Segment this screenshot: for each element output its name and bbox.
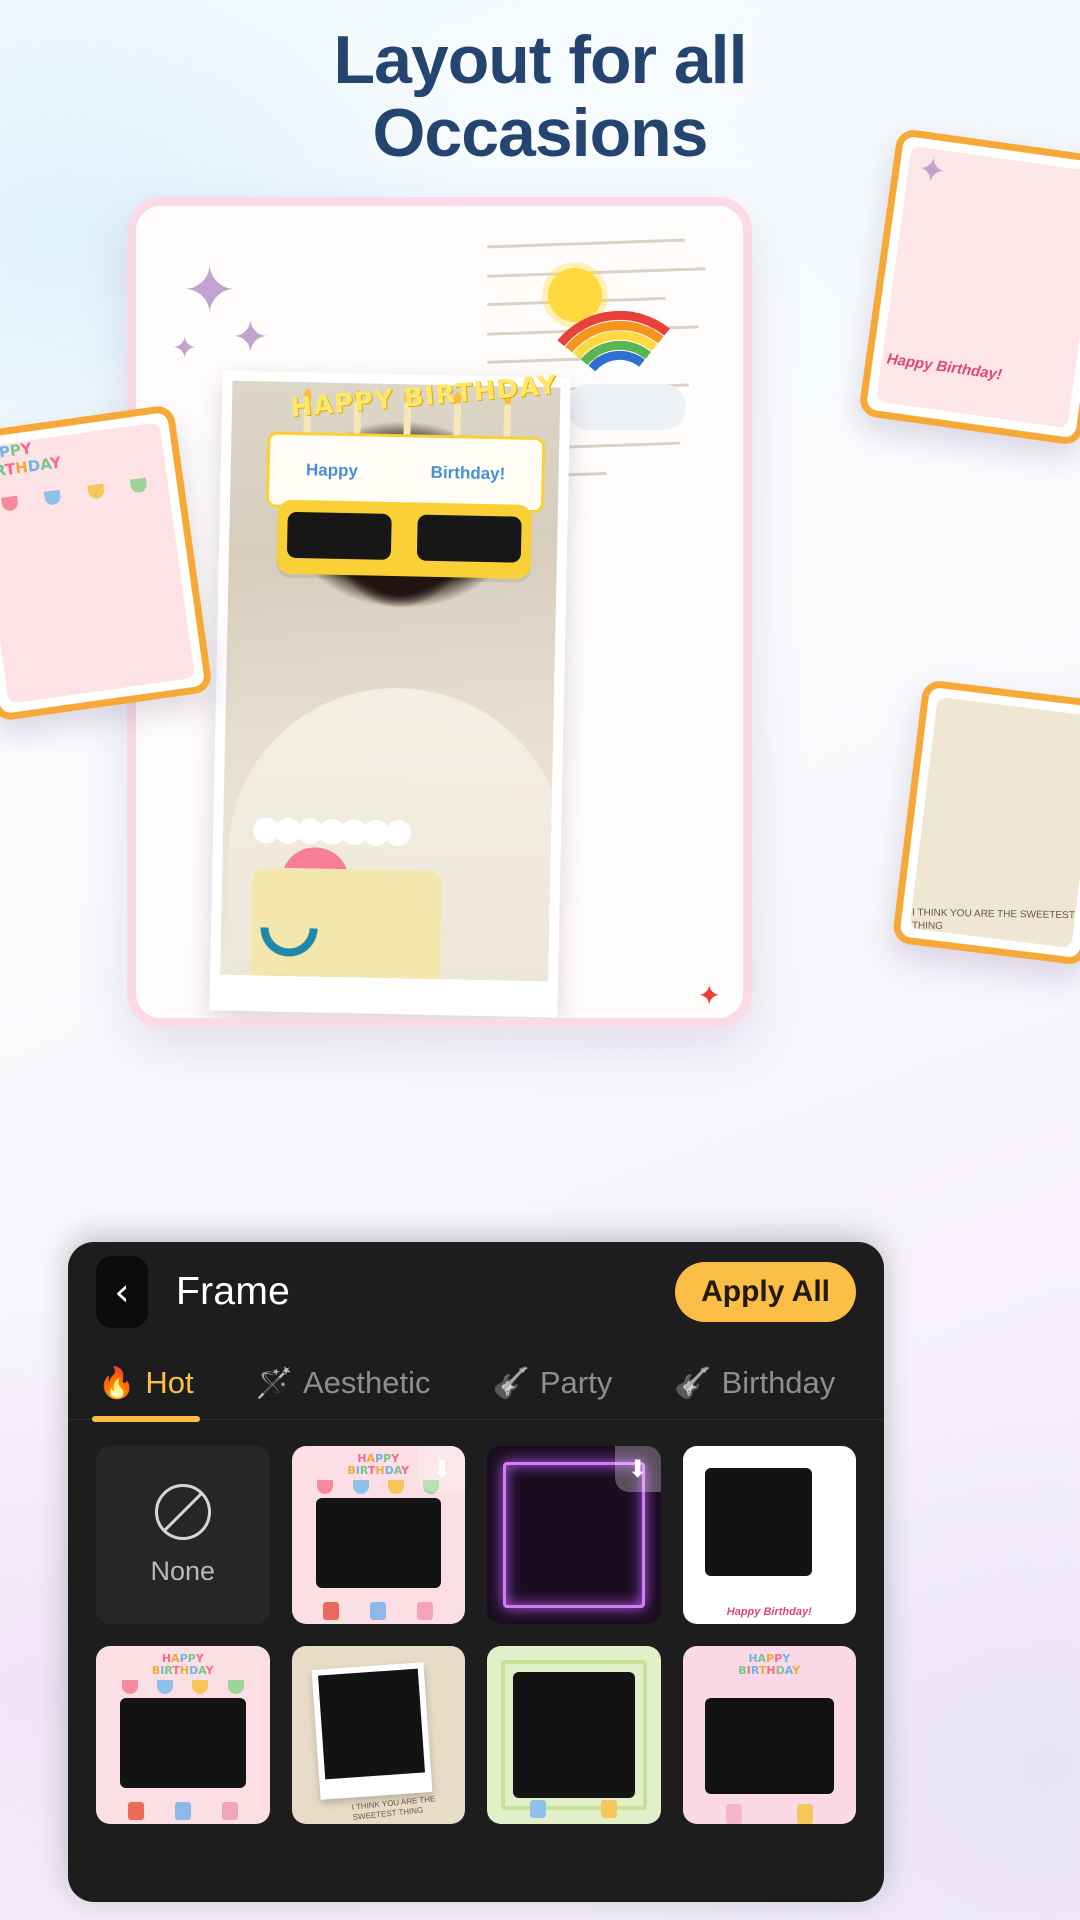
sheet-header: ‹ Frame Apply All: [68, 1242, 884, 1342]
tab-party-label: Party: [539, 1365, 613, 1400]
bunting-decoration: [112, 1680, 254, 1694]
photo-image: Happy Birthday!: [220, 380, 561, 982]
frame-photo-slot: [704, 1698, 834, 1794]
frame-option-birthday-stickers-pink-2[interactable]: HAPPY BIRTHDAY: [96, 1646, 270, 1824]
frame-option-vintage-polaroid-rose[interactable]: I THINK YOU ARE THE SWEETEST THING: [291, 1646, 465, 1824]
sparkle-icon: ✦: [182, 252, 238, 329]
frame-photo-slot: [704, 1468, 812, 1576]
glasses-label-right: Birthday!: [430, 462, 506, 484]
frame-picker-sheet: ‹ Frame Apply All 🔥 Hot 🪄 Aesthetic 🎸 Pa…: [68, 1242, 884, 1902]
cake-decoration: [699, 1804, 841, 1824]
card-caption: I THINK YOU ARE THE SWEETEST THING: [911, 907, 1075, 932]
tab-hot-label: Hot: [145, 1365, 194, 1400]
tab-birthday-label: Birthday: [721, 1365, 836, 1400]
frame-option-none-label: None: [150, 1555, 216, 1586]
chevron-left-icon[interactable]: ‹: [96, 1256, 148, 1328]
frame-option-neon-glow-purple[interactable]: ⬇: [487, 1446, 661, 1624]
floating-frame-card-top-right-inner: [875, 145, 1080, 429]
gift-decoration: [503, 1800, 645, 1818]
photo-card[interactable]: Happy Birthday!: [209, 370, 571, 1018]
floating-frame-card-top-right[interactable]: ✦ Happy Birthday!: [857, 127, 1080, 447]
gift-decoration: [308, 1602, 450, 1620]
frame-option-rainbow-tulip-white[interactable]: Happy Birthday!: [682, 1446, 856, 1624]
star-doodle-icon: ✦: [697, 980, 721, 1011]
device-power-button: [743, 618, 752, 654]
guitar-icon: 🎸: [492, 1365, 530, 1401]
frame-grid: None HAPPY BIRTHDAY ⬇ ⬇ Happy Birthday! …: [68, 1420, 884, 1850]
frame-option-birthday-stickers-pink[interactable]: HAPPY BIRTHDAY ⬇: [291, 1446, 465, 1624]
magic-wand-icon: 🪄: [255, 1365, 293, 1401]
canvas-background: ✦ ✦ ✦ Happy Birthday! HAPPY BIRTHDAY ✦: [136, 206, 743, 1018]
tab-aesthetic[interactable]: 🪄 Aesthetic: [248, 1365, 439, 1419]
sparkle-icon: ✦: [232, 312, 269, 363]
sheet-title: Frame: [176, 1270, 291, 1313]
sunglasses: [276, 499, 532, 579]
frame-photo-slot: [315, 1498, 441, 1588]
birthday-cake-photo: [249, 817, 444, 982]
tablet-mockup: ✦ ✦ ✦ Happy Birthday! HAPPY BIRTHDAY ✦: [127, 197, 752, 1027]
category-tabs: 🔥 Hot 🪄 Aesthetic 🎸 Party 🎸 Birthday: [68, 1342, 884, 1422]
tab-hot[interactable]: 🔥 Hot: [90, 1365, 202, 1422]
no-frame-icon: [154, 1483, 211, 1540]
tab-party[interactable]: 🎸 Party: [484, 1365, 620, 1419]
frame-option-none[interactable]: None: [96, 1446, 270, 1624]
page-title-line1: Layout for all: [333, 22, 748, 98]
frame-photo-slot: [311, 1662, 432, 1800]
page-title: Layout for all Occasions: [0, 22, 1080, 172]
happy-birthday-label: HAPPY BIRTHDAY: [738, 1652, 801, 1678]
page-title-line2: Occasions: [372, 95, 709, 172]
apply-all-button[interactable]: Apply All: [675, 1262, 856, 1322]
tab-birthday[interactable]: 🎸 Birthday: [666, 1365, 843, 1419]
frame-photo-slot: [120, 1698, 246, 1788]
tab-aesthetic-label: Aesthetic: [302, 1365, 431, 1400]
download-icon[interactable]: ⬇: [614, 1446, 661, 1492]
frame-photo-slot: [513, 1672, 635, 1798]
cloud-doodle-icon: [566, 384, 686, 430]
frame-option-birthday-cake-pink[interactable]: HAPPY BIRTHDAY: [682, 1646, 856, 1824]
guitar-icon: 🎸: [674, 1365, 712, 1401]
frame-option-green-party-flags[interactable]: [487, 1646, 661, 1824]
frame-caption: Happy Birthday!: [726, 1606, 812, 1618]
download-icon[interactable]: ⬇: [419, 1446, 465, 1492]
happy-birthday-label: HAPPY BIRTHDAY: [151, 1652, 214, 1678]
fire-icon: 🔥: [98, 1365, 136, 1401]
floating-frame-card-bottom-right[interactable]: I THINK YOU ARE THE SWEETEST THING: [891, 679, 1080, 966]
sparkle-icon: ✦: [172, 331, 198, 366]
gift-decoration: [112, 1802, 254, 1820]
device-volume-button: [743, 536, 752, 596]
glasses-label-left: Happy: [305, 460, 359, 481]
